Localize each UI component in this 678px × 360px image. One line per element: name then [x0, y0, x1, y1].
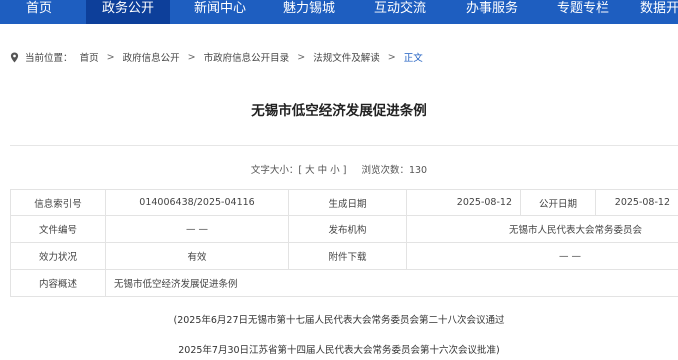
nav-item-topics[interactable]: 专题专栏 [540, 0, 626, 24]
index-label: 信息索引号 [10, 189, 106, 216]
created-date-label: 生成日期 [288, 189, 407, 216]
nav-item-open-data[interactable]: 数据开 [640, 0, 678, 24]
table-row: 信息索引号 014006438/2025-04116 生成日期 2025-08-… [10, 189, 678, 216]
nav-item-interaction[interactable]: 互动交流 [357, 0, 443, 24]
published-date-value: 2025-08-12 [595, 189, 678, 216]
breadcrumb-separator: > [187, 51, 196, 63]
breadcrumb-catalog[interactable]: 市政府信息公开目录 [204, 53, 290, 64]
breadcrumb-current: 正文 [403, 53, 423, 64]
breadcrumb-separator: > [106, 51, 115, 63]
created-date-value: 2025-08-12 [406, 189, 521, 216]
breadcrumb-home[interactable]: 首页 [80, 53, 99, 64]
nav-item-gov-affairs[interactable]: 政务公开 [86, 0, 170, 24]
validity-label: 效力状况 [10, 242, 106, 270]
font-size-switcher[interactable]: [ 大 中 小 ] [298, 165, 346, 176]
doc-number-value: — — [105, 215, 289, 243]
validity-value: 有效 [105, 242, 289, 270]
attachment-value[interactable]: — — [406, 242, 678, 270]
breadcrumb-prefix: 当前位置： [25, 53, 73, 64]
article-meta: 文字大小：[ 大 中 小 ] 浏览次数：130 [0, 162, 678, 176]
attachment-label: 附件下载 [288, 242, 407, 270]
table-row: 效力状况 有效 附件下载 — — [10, 242, 678, 270]
nav-item-home[interactable]: 首页 [0, 0, 78, 24]
font-size-label: 文字大小： [250, 165, 299, 176]
top-nav: 首页 政务公开 新闻中心 魅力锡城 互动交流 办事服务 专题专栏 数据开 [0, 0, 678, 24]
table-row: 文件编号 — — 发布机构 无锡市人民代表大会常务委员会 [10, 215, 678, 243]
table-row: 内容概述 无锡市低空经济发展促进条例 [10, 269, 678, 297]
published-date-label: 公开日期 [520, 189, 596, 216]
breadcrumb-separator: > [297, 51, 306, 63]
summary-value: 无锡市低空经济发展促进条例 [105, 269, 678, 297]
breadcrumb-separator: > [387, 51, 396, 63]
nav-item-news[interactable]: 新闻中心 [178, 0, 262, 24]
breadcrumb-gov-info[interactable]: 政府信息公开 [123, 53, 180, 64]
breadcrumb-regulations[interactable]: 法规文件及解读 [313, 53, 380, 64]
article-body-line: (2025年6月27日无锡市第十七届人民代表大会常务委员会第二十八次会议通过 [173, 315, 505, 326]
nav-item-services[interactable]: 办事服务 [449, 0, 535, 24]
location-pin-icon [10, 52, 19, 62]
nav-item-charm-city[interactable]: 魅力锡城 [266, 0, 352, 24]
views-count: 130 [408, 165, 428, 176]
views-label: 浏览次数： [361, 165, 409, 176]
breadcrumb: 当前位置： 首页 > 政府信息公开 > 市政府信息公开目录 > 法规文件及解读 … [10, 50, 423, 64]
index-value: 014006438/2025-04116 [105, 189, 289, 216]
issuer-label: 发布机构 [288, 215, 407, 243]
issuer-value: 无锡市人民代表大会常务委员会 [406, 215, 678, 243]
article-body-line: 2025年7月30日江苏省第十四届人民代表大会常务委员会第十六次会议批准) [178, 345, 500, 356]
info-table: 信息索引号 014006438/2025-04116 生成日期 2025-08-… [10, 189, 678, 297]
summary-label: 内容概述 [10, 269, 106, 297]
divider [10, 145, 678, 146]
page-title: 无锡市低空经济发展促进条例 [251, 103, 427, 119]
doc-number-label: 文件编号 [10, 215, 106, 243]
